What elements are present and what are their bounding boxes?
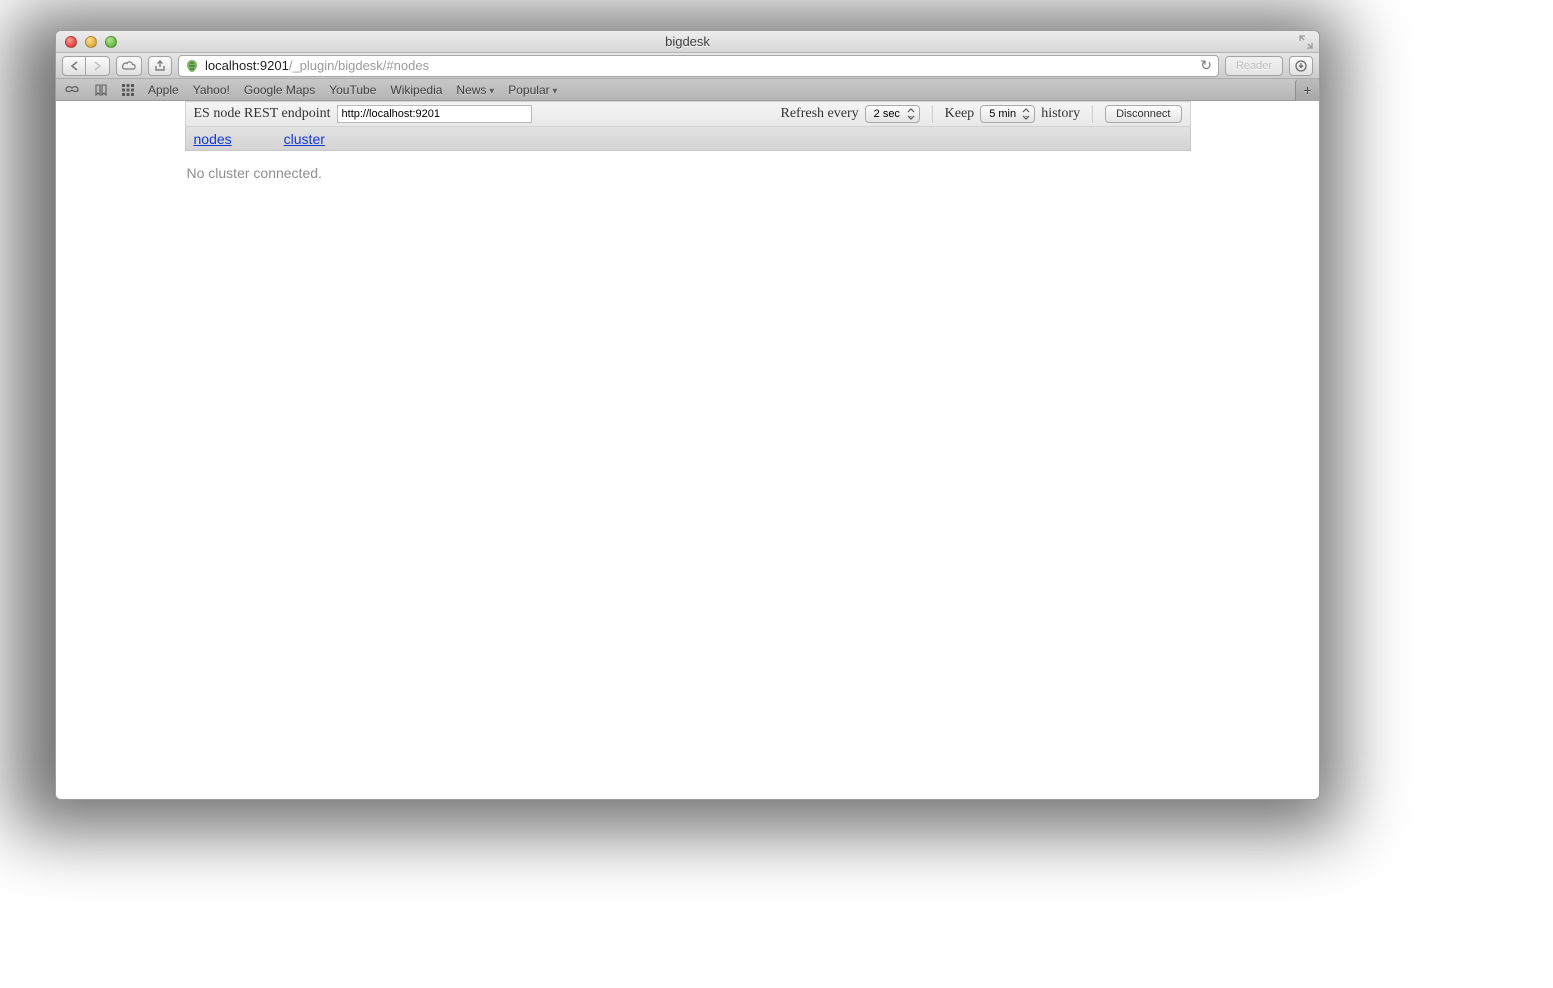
app-tabs: nodes cluster (185, 127, 1191, 151)
address-bar[interactable]: localhost:9201/_plugin/bigdesk/#nodes ↻ (178, 55, 1219, 77)
window-zoom-button[interactable] (105, 36, 117, 48)
reader-button[interactable]: Reader (1225, 56, 1283, 76)
endpoint-label: ES node REST endpoint (194, 106, 331, 122)
bookmark-youtube[interactable]: YouTube (329, 83, 376, 97)
window-titlebar: bigdesk (56, 31, 1319, 53)
reading-list-icon[interactable] (64, 84, 80, 95)
app-header: ES node REST endpoint Refresh every 2 se… (185, 101, 1191, 127)
bookmarks-bar: Apple Yahoo! Google Maps YouTube Wikiped… (56, 79, 1319, 101)
chevron-right-icon (93, 61, 102, 71)
browser-toolbar: localhost:9201/_plugin/bigdesk/#nodes ↻ … (56, 53, 1319, 79)
download-icon (1295, 60, 1307, 72)
bookmarks-icon[interactable] (94, 84, 108, 96)
forward-button[interactable] (86, 56, 110, 76)
downloads-button[interactable] (1289, 56, 1313, 76)
safari-window: bigdesk (55, 30, 1320, 800)
address-text: localhost:9201/_plugin/bigdesk/#nodes (205, 58, 429, 73)
separator (1092, 105, 1093, 123)
reload-button[interactable]: ↻ (1196, 57, 1212, 74)
bookmark-news[interactable]: News (456, 83, 494, 97)
window-close-button[interactable] (65, 36, 77, 48)
endpoint-input[interactable] (337, 105, 532, 123)
bigdesk-app: ES node REST endpoint Refresh every 2 se… (185, 101, 1191, 195)
status-message: No cluster connected. (185, 151, 1191, 195)
bookmark-google-maps[interactable]: Google Maps (244, 83, 315, 97)
bookmark-apple[interactable]: Apple (148, 83, 179, 97)
bookmark-wikipedia[interactable]: Wikipedia (390, 83, 442, 97)
new-tab-button[interactable]: + (1295, 79, 1319, 101)
site-favicon-icon (185, 59, 199, 73)
window-minimize-button[interactable] (85, 36, 97, 48)
share-icon (154, 60, 166, 72)
window-title: bigdesk (56, 34, 1319, 49)
separator (932, 105, 933, 123)
bookmark-popular[interactable]: Popular (508, 83, 557, 97)
reader-label: Reader (1236, 60, 1272, 72)
back-button[interactable] (62, 56, 86, 76)
icloud-button[interactable] (116, 56, 142, 76)
fullscreen-icon[interactable] (1299, 35, 1313, 49)
bookmark-yahoo[interactable]: Yahoo! (193, 83, 230, 97)
cloud-icon (121, 60, 137, 71)
top-sites-icon[interactable] (122, 84, 134, 96)
disconnect-button[interactable]: Disconnect (1105, 105, 1181, 123)
refresh-select[interactable]: 2 sec (865, 105, 920, 123)
page-viewport: ES node REST endpoint Refresh every 2 se… (56, 101, 1319, 799)
tab-nodes[interactable]: nodes (194, 131, 232, 147)
keep-select[interactable]: 5 min (980, 105, 1035, 123)
chevron-left-icon (70, 61, 79, 71)
tab-cluster[interactable]: cluster (284, 131, 325, 147)
refresh-label: Refresh every (781, 106, 859, 122)
history-label: history (1041, 106, 1080, 122)
share-button[interactable] (148, 56, 172, 76)
keep-label: Keep (945, 106, 975, 122)
